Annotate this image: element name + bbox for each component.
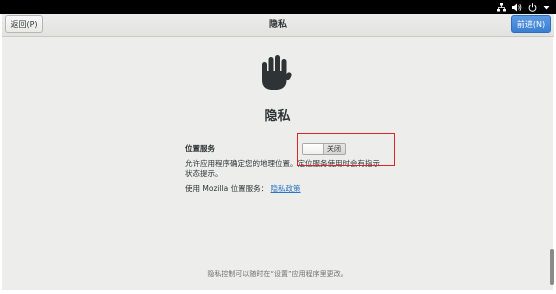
hand-icon — [258, 55, 292, 95]
volume-icon[interactable] — [512, 3, 522, 12]
scrollbar[interactable] — [550, 249, 554, 285]
location-services-label: 位置服务 — [185, 144, 215, 153]
page-title: 隐私 — [264, 109, 291, 124]
back-button[interactable]: 返回(P) — [5, 15, 43, 33]
footer-note: 隐私控制可以随时在“设置”应用程序里更改。 — [207, 270, 348, 278]
network-icon[interactable] — [497, 2, 506, 12]
policy-prefix: 使用 Mozilla 位置服务： — [185, 184, 269, 193]
chevron-down-icon[interactable] — [543, 3, 550, 12]
next-button[interactable]: 前进(N) — [511, 15, 551, 33]
top-system-bar — [0, 0, 556, 14]
privacy-policy-link[interactable]: 隐私政策 — [271, 184, 301, 193]
status-icons — [497, 1, 550, 13]
header-bar: 隐私 返回(P) 前进(N) — [2, 14, 554, 37]
header-title: 隐私 — [268, 20, 287, 30]
privacy-page: 隐私 位置服务 关闭 允许应用程序确定您的地理位置。定位服务使用时会有指示状态提… — [2, 37, 554, 290]
policy-line: 使用 Mozilla 位置服务： 隐私政策 — [185, 183, 301, 194]
highlight-box — [297, 133, 395, 166]
power-icon[interactable] — [528, 2, 537, 12]
